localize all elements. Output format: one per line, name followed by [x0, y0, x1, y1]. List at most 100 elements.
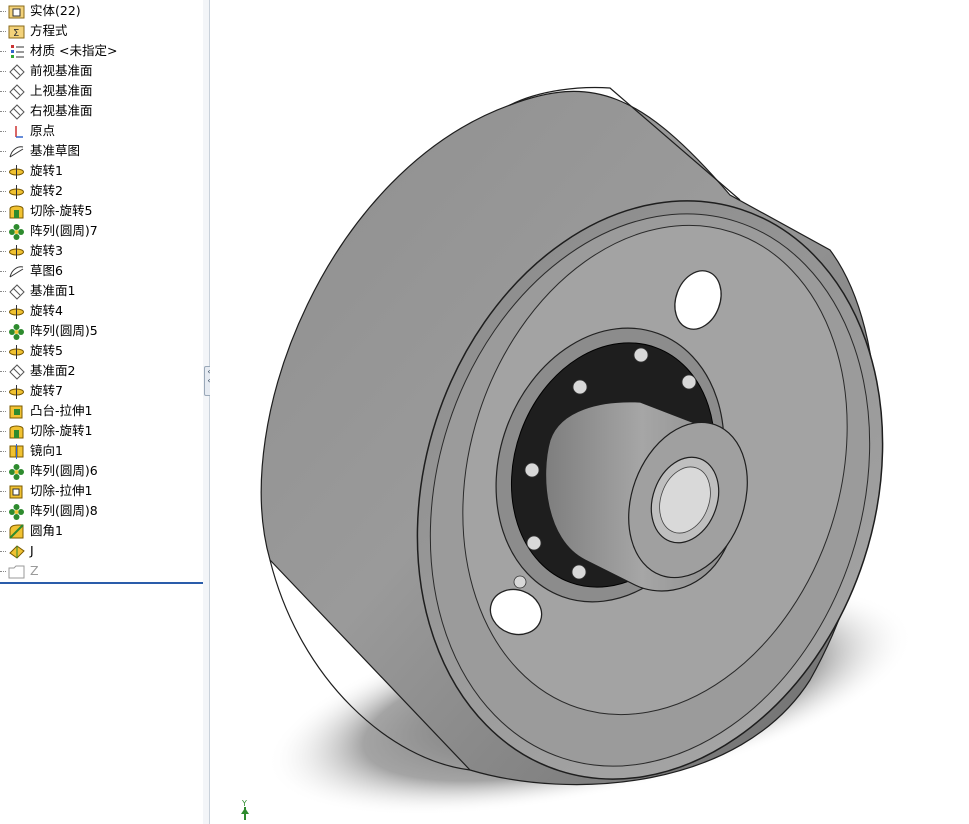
tree-item[interactable]: 草图6 — [0, 261, 203, 281]
tree-connector — [0, 561, 6, 581]
origin-icon — [8, 123, 25, 140]
feature-manager-tree: 实体(22) Σ 方程式材质 <未指定> 前视基准面上视基准面右视基准面原点基准草图旋… — [0, 0, 204, 824]
svg-text:Σ: Σ — [13, 28, 19, 39]
tree-item[interactable]: J — [0, 541, 203, 561]
tree-connector — [0, 1, 6, 21]
rollback-bar[interactable] — [0, 582, 203, 584]
tree-connector — [0, 541, 6, 561]
tree-item[interactable]: 圆角1 — [0, 521, 203, 541]
tree-item[interactable]: 前视基准面 — [0, 61, 203, 81]
tree-item[interactable]: 旋转4 — [0, 301, 203, 321]
tree-item-label: 阵列(圆周)7 — [30, 223, 98, 238]
tree-connector — [0, 501, 6, 521]
tree-item[interactable]: 阵列(圆周)7 — [0, 221, 203, 241]
tree-item-label: 旋转4 — [30, 303, 63, 318]
tree-connector — [0, 421, 6, 441]
tree-connector — [0, 61, 6, 81]
panel-splitter[interactable] — [203, 0, 210, 824]
revolve-icon — [8, 243, 25, 260]
tree-item-label: 凸台-拉伸1 — [30, 403, 93, 418]
sketch-icon — [8, 143, 25, 160]
tree-item-label: 阵列(圆周)8 — [30, 503, 98, 518]
tree-item[interactable]: 实体(22) — [0, 1, 203, 21]
tree-connector — [0, 301, 6, 321]
tree-item[interactable]: 右视基准面 — [0, 101, 203, 121]
circular-pattern-icon — [8, 223, 25, 240]
tree-item-label: 上视基准面 — [30, 83, 93, 98]
tree-item[interactable]: 凸台-拉伸1 — [0, 401, 203, 421]
tree-item[interactable]: 旋转1 — [0, 161, 203, 181]
mirror-icon — [8, 443, 25, 460]
revolve-icon — [8, 163, 25, 180]
tree-item-label: 右视基准面 — [30, 103, 93, 118]
tree-item-label: 材质 <未指定> — [30, 43, 118, 58]
tree-item[interactable]: 阵列(圆周)8 — [0, 501, 203, 521]
tree-item-label: 切除-旋转5 — [30, 203, 93, 218]
tree-connector — [0, 201, 6, 221]
tree-connector — [0, 221, 6, 241]
revolve-icon — [8, 303, 25, 320]
tree-connector — [0, 161, 6, 181]
solid-bodies-folder-icon — [8, 3, 25, 20]
plane-icon — [8, 83, 25, 100]
tree-item-label: 阵列(圆周)5 — [30, 323, 98, 338]
tree-item[interactable]: 原点 — [0, 121, 203, 141]
tree-item[interactable]: 旋转5 — [0, 341, 203, 361]
revolve-icon — [8, 183, 25, 200]
revolve-icon — [8, 383, 25, 400]
tree-item[interactable]: Σ 方程式 — [0, 21, 203, 41]
tree-item[interactable]: 切除-旋转1 — [0, 421, 203, 441]
tree-connector — [0, 21, 6, 41]
plane-icon — [8, 63, 25, 80]
tree-connector — [0, 321, 6, 341]
tree-connector — [0, 381, 6, 401]
material-icon — [8, 43, 25, 60]
tree-item[interactable]: 上视基准面 — [0, 81, 203, 101]
sketch-icon — [8, 263, 25, 280]
circular-pattern-icon — [8, 503, 25, 520]
graphics-viewport[interactable]: Y — [210, 0, 969, 824]
tree-item-label: 镜向1 — [30, 443, 63, 458]
tree-item-label: 旋转3 — [30, 243, 63, 258]
cut-extrude-icon — [8, 483, 25, 500]
tree-item-label: 基准面2 — [30, 363, 76, 378]
tree-item-label: 圆角1 — [30, 523, 63, 538]
tree-item-label: J — [30, 543, 34, 558]
tree-item-label: 基准草图 — [30, 143, 81, 158]
part-feature-icon — [8, 543, 25, 560]
tree-item-label: 旋转5 — [30, 343, 63, 358]
tree-item-label: 方程式 — [30, 23, 68, 38]
tree-item-label: 切除-拉伸1 — [30, 483, 93, 498]
tree-item[interactable]: 切除-拉伸1 — [0, 481, 203, 501]
tree-item[interactable]: 切除-旋转5 — [0, 201, 203, 221]
pulley-drum-3d-model[interactable]: Y — [210, 0, 969, 824]
tree-item[interactable]: 镜向1 — [0, 441, 203, 461]
tree-item-label: 草图6 — [30, 263, 63, 278]
tree-item[interactable]: 旋转7 — [0, 381, 203, 401]
tree-item[interactable]: 基准面1 — [0, 281, 203, 301]
tree-item[interactable]: 旋转3 — [0, 241, 203, 261]
revolve-icon — [8, 343, 25, 360]
tree-connector — [0, 141, 6, 161]
tree-connector — [0, 241, 6, 261]
tree-item[interactable]: 基准面2 — [0, 361, 203, 381]
tree-item[interactable]: Z — [0, 561, 203, 581]
tree-connector — [0, 261, 6, 281]
tree-item-label: 阵列(圆周)6 — [30, 463, 98, 478]
tree-connector — [0, 441, 6, 461]
tree-item[interactable]: 阵列(圆周)6 — [0, 461, 203, 481]
circular-pattern-icon — [8, 323, 25, 340]
tree-connector — [0, 101, 6, 121]
tree-item[interactable]: 基准草图 — [0, 141, 203, 161]
tree-item[interactable]: 阵列(圆周)5 — [0, 321, 203, 341]
orientation-triad: Y — [241, 799, 249, 820]
tree-connector — [0, 41, 6, 61]
cut-revolve-icon — [8, 423, 25, 440]
tree-connector — [0, 81, 6, 101]
tree-item-label: 基准面1 — [30, 283, 76, 298]
tree-connector — [0, 281, 6, 301]
tree-item[interactable]: 旋转2 — [0, 181, 203, 201]
tree-item[interactable]: 材质 <未指定> — [0, 41, 203, 61]
folder-icon — [8, 563, 25, 580]
tree-item-label: 旋转1 — [30, 163, 63, 178]
